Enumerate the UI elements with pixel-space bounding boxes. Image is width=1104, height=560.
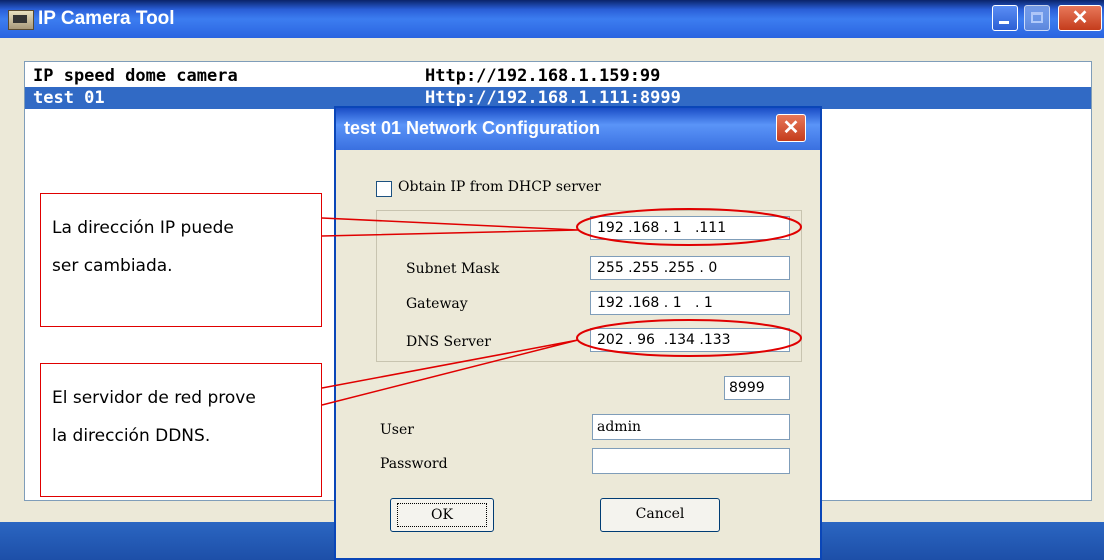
callout-ip-line2: ser cambiada. — [52, 256, 173, 276]
camera-name: IP speed dome camera — [33, 66, 238, 86]
password-field[interactable] — [592, 448, 790, 474]
camera-app-icon — [8, 10, 34, 30]
cancel-button[interactable]: Cancel — [600, 498, 720, 532]
gateway-label: Gateway — [406, 296, 468, 312]
ip-address-field[interactable]: 192 .168 . 1 .111 — [590, 216, 790, 240]
dialog-titlebar: test 01 Network Configuration ✕ — [336, 108, 820, 150]
callout-dns-line2: la dirección DDNS. — [52, 426, 211, 446]
window-titlebar: IP Camera Tool ✕ — [0, 0, 1104, 38]
minimize-button[interactable] — [992, 5, 1018, 31]
dhcp-label: Obtain IP from DHCP server — [398, 179, 601, 195]
gateway-field[interactable]: 192 .168 . 1 . 1 — [590, 291, 790, 315]
callout-ip-address: La dirección IP puede ser cambiada. — [40, 193, 322, 327]
dns-server-label: DNS Server — [406, 334, 491, 350]
callout-dns-line1: El servidor de red prove — [52, 388, 256, 408]
dns-server-field[interactable]: 202 . 96 .134 .133 — [590, 328, 790, 352]
window-title: IP Camera Tool — [38, 8, 175, 29]
dhcp-checkbox[interactable] — [376, 181, 392, 197]
callout-dns-server: El servidor de red prove la dirección DD… — [40, 363, 322, 497]
callout-ip-line1: La dirección IP puede — [52, 218, 234, 238]
user-field[interactable]: admin — [592, 414, 790, 440]
ok-button-label: OK — [397, 503, 487, 527]
dialog-title: test 01 Network Configuration — [344, 118, 601, 138]
subnet-mask-label: Subnet Mask — [406, 261, 500, 277]
subnet-mask-field[interactable]: 255 .255 .255 . 0 — [590, 256, 790, 280]
camera-name: test 01 — [33, 88, 105, 108]
maximize-button[interactable] — [1024, 5, 1050, 31]
close-window-button[interactable]: ✕ — [1058, 5, 1102, 31]
http-port-field[interactable]: 8999 — [724, 376, 790, 400]
user-label: User — [380, 422, 414, 438]
camera-list-item[interactable]: IP speed dome camera Http://192.168.1.15… — [25, 65, 1091, 87]
network-config-dialog: test 01 Network Configuration ✕ Obtain I… — [334, 106, 822, 560]
camera-url: Http://192.168.1.159:99 — [425, 66, 661, 86]
password-label: Password — [380, 456, 448, 472]
ok-button[interactable]: OK — [390, 498, 494, 532]
dialog-close-button[interactable]: ✕ — [776, 114, 806, 142]
